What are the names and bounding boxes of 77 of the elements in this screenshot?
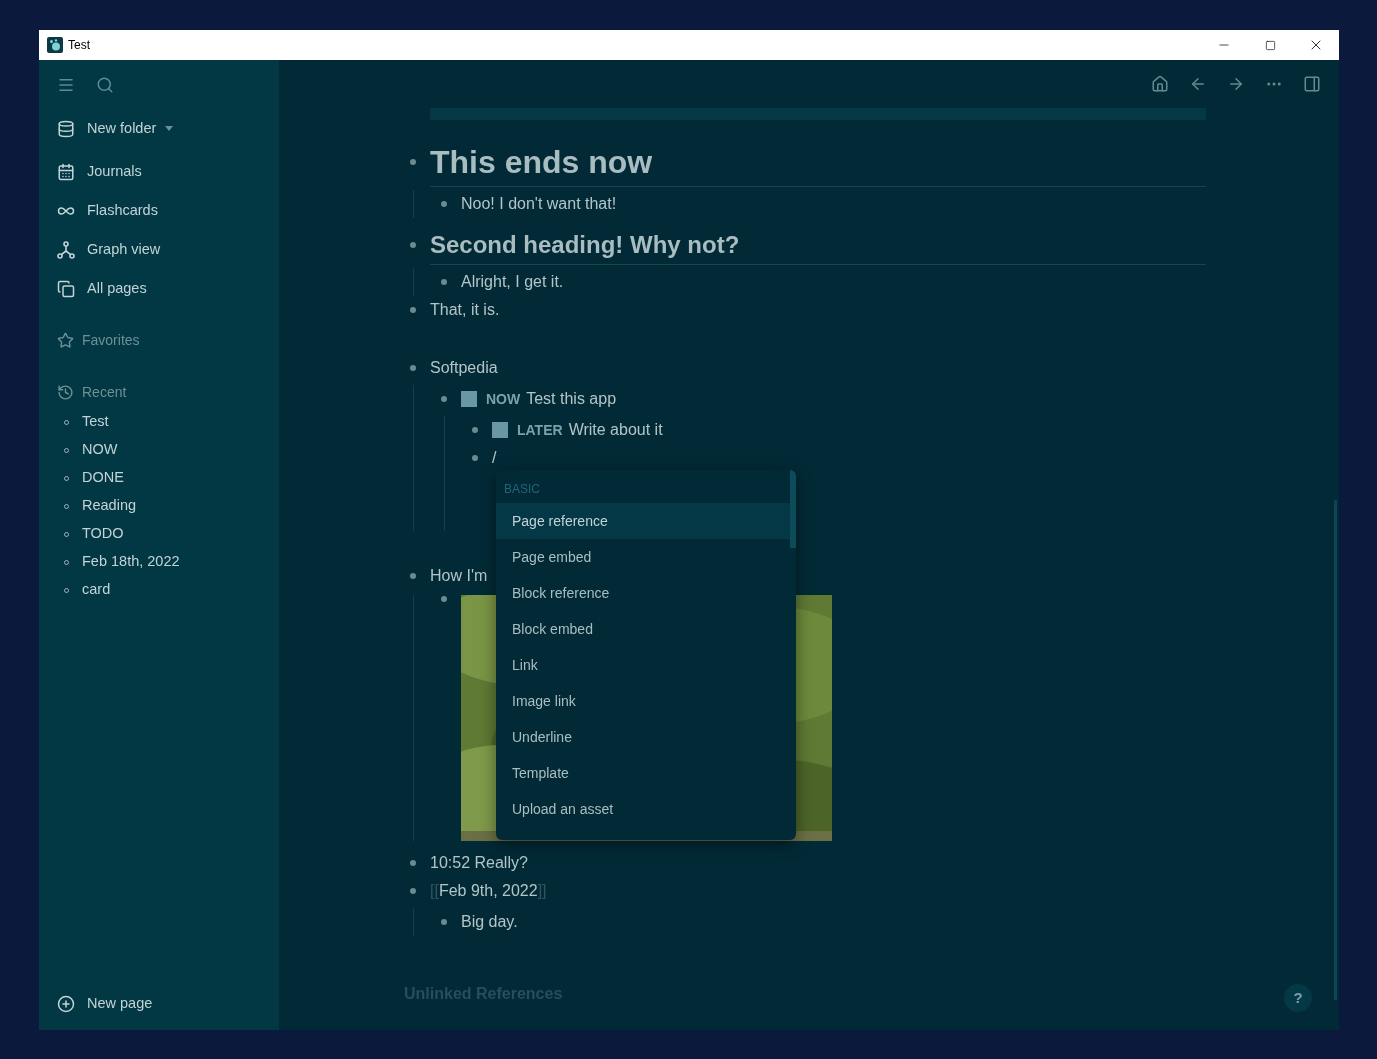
favorites-header[interactable]: Favorites: [57, 328, 279, 352]
bullet[interactable]: [410, 888, 416, 894]
task-checkbox[interactable]: [492, 422, 508, 438]
menu-item[interactable]: Upload an asset: [496, 791, 790, 827]
recent-item[interactable]: card: [57, 576, 279, 604]
bullet[interactable]: [472, 455, 478, 461]
star-icon: [57, 331, 74, 349]
bullet[interactable]: [410, 307, 416, 313]
task-checkbox[interactable]: [461, 391, 477, 407]
bullet[interactable]: [441, 201, 447, 207]
bullet[interactable]: [410, 860, 416, 866]
recent-item[interactable]: NOW: [57, 436, 279, 464]
pages-icon: [57, 279, 75, 298]
task-marker[interactable]: NOW: [486, 388, 521, 410]
block-text: Alright, I get it.: [461, 272, 564, 292]
nav-item[interactable]: All pages: [57, 269, 279, 308]
bullet[interactable]: [472, 427, 478, 433]
new-page-button[interactable]: New page: [57, 990, 153, 1018]
nav-item[interactable]: Journals: [57, 152, 279, 191]
search-icon[interactable]: [96, 76, 114, 94]
menu-icon[interactable]: [57, 76, 75, 94]
menu-item[interactable]: Template: [496, 755, 790, 791]
block-text: Big day.: [461, 912, 518, 932]
bullet[interactable]: [441, 919, 447, 925]
history-icon: [57, 383, 74, 401]
page-link[interactable]: Feb 9th, 2022: [438, 882, 538, 899]
block-text: 10:52 Really?: [430, 853, 528, 873]
home-icon[interactable]: [1151, 75, 1169, 93]
heading: Second heading! Why not?: [430, 231, 740, 258]
menu-item[interactable]: Underline: [496, 719, 790, 755]
caret-icon: [165, 126, 174, 131]
scrollbar-thumb[interactable]: [790, 470, 796, 548]
recent-item[interactable]: Feb 18th, 2022: [57, 548, 279, 576]
block-text: That, it is.: [430, 300, 500, 320]
bracket: ]]: [537, 882, 547, 899]
recent-header[interactable]: Recent: [57, 380, 279, 404]
bullet[interactable]: [410, 159, 416, 165]
scrollbar-thumb[interactable]: [1334, 500, 1337, 1000]
help-button[interactable]: ?: [1284, 984, 1312, 1012]
block-text: Softpedia: [430, 358, 498, 378]
plus-icon: [57, 995, 75, 1013]
recent-item[interactable]: DONE: [57, 464, 279, 492]
bullet[interactable]: [410, 365, 416, 371]
block-text: Noo! I don't want that!: [461, 194, 617, 214]
window-title: Test: [68, 37, 90, 54]
bullet[interactable]: [410, 573, 416, 579]
bullet[interactable]: [410, 242, 416, 248]
block-text: Write about it: [568, 420, 663, 440]
menu-item[interactable]: Page embed: [496, 539, 790, 575]
nav-item[interactable]: Flashcards: [57, 191, 279, 230]
calendar-icon: [57, 162, 75, 181]
menu-item[interactable]: Page reference: [496, 503, 790, 539]
graph-icon: [57, 240, 75, 259]
menu-item[interactable]: Link: [496, 647, 790, 683]
menu-item[interactable]: Block reference: [496, 575, 790, 611]
recent-item[interactable]: TODO: [57, 520, 279, 548]
recent-item[interactable]: Test: [57, 408, 279, 436]
app-icon: [47, 37, 63, 53]
block-text: Test this app: [526, 389, 617, 409]
database-icon: [57, 119, 75, 138]
nav-item[interactable]: Graph view: [57, 230, 279, 269]
section-label: BASIC: [504, 481, 540, 498]
editing-text[interactable]: /: [492, 444, 497, 472]
menu-item[interactable]: Image link: [496, 683, 790, 719]
bracket: [[: [430, 882, 439, 899]
bullet[interactable]: [441, 279, 447, 285]
folder-selector[interactable]: New folder: [57, 109, 279, 148]
sidebar-toggle-icon[interactable]: [1303, 75, 1321, 93]
task-marker[interactable]: LATER: [517, 419, 563, 441]
bullet[interactable]: [441, 396, 447, 402]
maximize-icon: [1264, 39, 1276, 51]
bullet[interactable]: [441, 596, 447, 602]
heading: This ends now: [430, 144, 653, 180]
forward-arrow-icon[interactable]: [1227, 75, 1245, 93]
recent-item[interactable]: Reading: [57, 492, 279, 520]
block-text: How I'm: [430, 566, 488, 586]
menu-item[interactable]: Block embed: [496, 611, 790, 647]
